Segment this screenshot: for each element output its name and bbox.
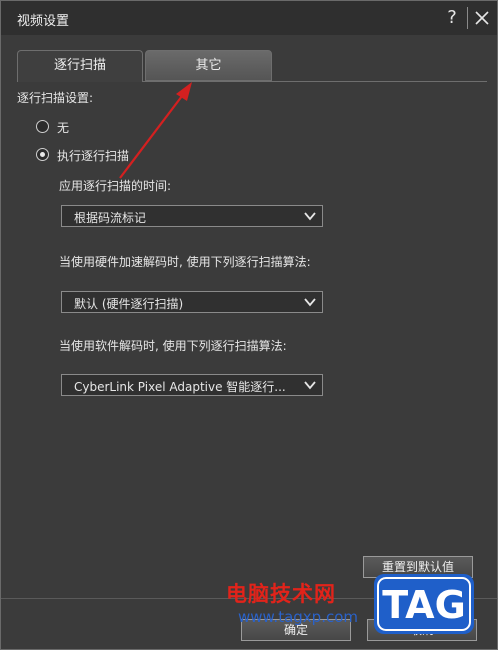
chevron-down-icon: [304, 379, 316, 391]
chevron-down-icon: [304, 296, 316, 308]
hardware-deinterlace-label: 当使用硬件加速解码时, 使用下列逐行扫描算法:: [59, 255, 311, 269]
title-separator: [467, 7, 468, 29]
watermark-text: 电脑技术网: [226, 582, 336, 606]
help-button[interactable]: ?: [442, 6, 462, 30]
software-deinterlace-select[interactable]: CyberLink Pixel Adaptive 智能逐行...: [61, 374, 323, 396]
window-title: 视频设置: [17, 14, 70, 29]
radio-label: 无: [57, 121, 70, 135]
tab-progressive-scan[interactable]: 逐行扫描: [17, 50, 143, 82]
select-value: 默认 (硬件逐行扫描): [74, 297, 184, 311]
radio-button-checked[interactable]: [36, 148, 49, 161]
site-watermark: 电脑技术网 www.tagxp.com TAG: [222, 572, 498, 650]
apply-time-select[interactable]: 根据码流标记: [61, 205, 323, 227]
section-label: 逐行扫描设置:: [17, 91, 94, 105]
video-settings-dialog: 视频设置 ? 逐行扫描 其它 逐行扫描设置: 无 执行逐行扫描 应用逐行扫描的时…: [0, 0, 498, 650]
radio-button[interactable]: [36, 120, 49, 133]
close-icon[interactable]: [471, 7, 493, 29]
select-value: CyberLink Pixel Adaptive 智能逐行...: [74, 380, 286, 394]
tab-divider: [143, 81, 487, 82]
title-bar: 视频设置 ?: [1, 1, 497, 35]
hardware-deinterlace-select[interactable]: 默认 (硬件逐行扫描): [61, 291, 323, 313]
chevron-down-icon: [304, 210, 316, 222]
tab-other[interactable]: 其它: [145, 50, 272, 81]
watermark-url: www.tagxp.com: [238, 608, 358, 626]
radio-label: 执行逐行扫描: [57, 149, 130, 163]
apply-time-label: 应用逐行扫描的时间:: [59, 179, 172, 193]
software-deinterlace-label: 当使用软件解码时, 使用下列逐行扫描算法:: [59, 339, 287, 353]
tag-logo-icon: TAG: [374, 574, 474, 634]
logo-text: TAG: [382, 583, 466, 627]
tab-strip: 逐行扫描 其它: [17, 50, 487, 82]
select-value: 根据码流标记: [74, 211, 147, 225]
